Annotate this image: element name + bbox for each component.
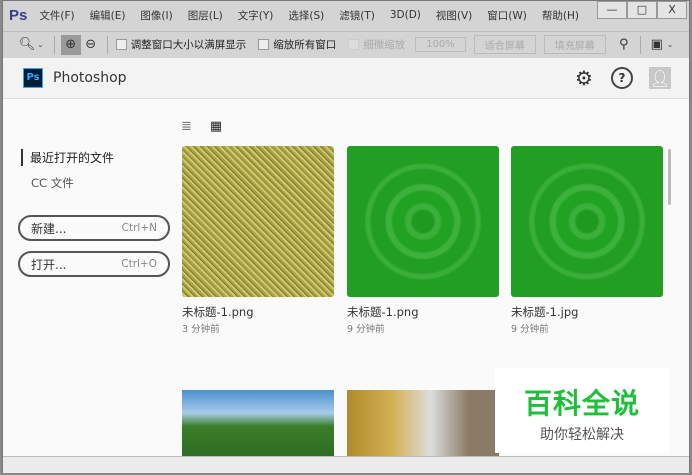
scrollbar[interactable] — [668, 149, 671, 205]
divider — [639, 35, 641, 54]
new-shortcut: Ctrl+N — [121, 222, 157, 234]
file-name[interactable]: 未标题-1.png — [347, 304, 419, 320]
zoom-100-button[interactable]: 100% — [415, 37, 466, 52]
photoshop-logo: Ps — [23, 68, 43, 88]
list-view-icon[interactable]: ≣ — [181, 119, 192, 134]
open-shortcut: Ctrl+O — [121, 258, 157, 270]
zoom-tool-icon[interactable]: 🔍︎ — [17, 35, 37, 55]
header-title: Photoshop — [53, 70, 127, 86]
minimize-button[interactable]: — — [597, 1, 627, 19]
new-label: 新建... — [31, 221, 67, 236]
menu-filter[interactable]: 滤镜(T) — [339, 8, 375, 23]
sidebar-item-cc-files[interactable]: CC 文件 — [31, 175, 74, 191]
file-name[interactable]: 未标题-1.png — [182, 304, 254, 320]
chevron-down-icon[interactable]: ⌄ — [667, 40, 674, 49]
file-thumbnail[interactable] — [347, 146, 499, 297]
maximize-button[interactable]: □ — [627, 1, 657, 19]
watermark: 百科全说 助你轻松解决 — [495, 368, 669, 453]
resize-windows-label: 调整窗口大小以满屏显示 — [130, 39, 247, 51]
menu-window[interactable]: 窗口(W) — [487, 8, 527, 23]
file-thumbnail[interactable] — [511, 146, 663, 297]
file-time: 9 分钟前 — [511, 324, 549, 335]
watermark-subtitle: 助你轻松解决 — [540, 427, 624, 443]
grid-view-icon[interactable]: ▦ — [210, 119, 222, 134]
open-button[interactable]: 打开... Ctrl+O — [18, 251, 170, 277]
search-icon[interactable]: ⚲ — [614, 35, 634, 55]
avatar[interactable]: 👤︎ — [649, 67, 671, 89]
divider — [53, 35, 55, 54]
menu-layer[interactable]: 图层(L) — [188, 8, 223, 23]
menu-type[interactable]: 文字(Y) — [238, 8, 274, 23]
zoom-all-label: 缩放所有窗口 — [273, 39, 337, 51]
menu-bar: Ps 文件(F) 编辑(E) 图像(I) 图层(L) 文字(Y) 选择(S) 滤… — [3, 1, 689, 29]
watermark-title: 百科全说 — [523, 387, 640, 420]
zoom-all-checkbox[interactable] — [258, 39, 270, 50]
status-footer — [3, 456, 689, 473]
file-time: 9 分钟前 — [347, 324, 385, 335]
file-name[interactable]: 未标题-1.jpg — [511, 304, 578, 320]
zoom-out-icon[interactable]: ⊖ — [81, 35, 101, 55]
resize-windows-checkbox[interactable] — [115, 39, 127, 50]
photoshop-window: Ps 文件(F) 编辑(E) 图像(I) 图层(L) 文字(Y) 选择(S) 滤… — [2, 0, 690, 473]
help-icon[interactable]: ? — [611, 67, 633, 89]
divider — [106, 35, 108, 54]
file-thumbnail[interactable] — [182, 390, 334, 456]
menu-help[interactable]: 帮助(H) — [542, 8, 579, 23]
menu-edit[interactable]: 编辑(E) — [90, 8, 126, 23]
chevron-down-icon[interactable]: ⌄ — [37, 40, 44, 49]
new-button[interactable]: 新建... Ctrl+N — [18, 215, 170, 241]
scrubby-checkbox[interactable] — [348, 39, 360, 50]
close-button[interactable]: X — [657, 1, 687, 19]
menu-view[interactable]: 视图(V) — [436, 8, 472, 23]
fit-screen-button[interactable]: 适合屏幕 — [473, 35, 536, 54]
scrubby-label: 细微缩放 — [363, 39, 406, 51]
fill-screen-button[interactable]: 填充屏幕 — [543, 35, 606, 54]
menu-3d[interactable]: 3D(D) — [390, 9, 421, 21]
zoom-in-icon[interactable]: ⊕ — [60, 34, 81, 55]
gear-icon[interactable]: ⚙ — [573, 66, 595, 90]
open-label: 打开... — [31, 257, 67, 272]
menu-file[interactable]: 文件(F) — [39, 8, 74, 23]
sidebar-item-recent[interactable]: 最近打开的文件 — [21, 149, 114, 166]
file-thumbnail[interactable] — [347, 390, 499, 456]
app-logo: Ps — [9, 6, 28, 24]
options-bar: 🔍︎ ⌄ ⊕ ⊖ 调整窗口大小以满屏显示 缩放所有窗口 细微缩放 100% 适合… — [3, 31, 689, 57]
file-time: 3 分钟前 — [182, 324, 220, 335]
menu-select[interactable]: 选择(S) — [288, 8, 324, 23]
menu-image[interactable]: 图像(I) — [140, 8, 172, 23]
file-thumbnail[interactable] — [182, 146, 334, 297]
workspace-icon[interactable]: ▣ — [647, 35, 667, 55]
start-header: Ps Photoshop ⚙ ? 👤︎ — [3, 58, 689, 99]
